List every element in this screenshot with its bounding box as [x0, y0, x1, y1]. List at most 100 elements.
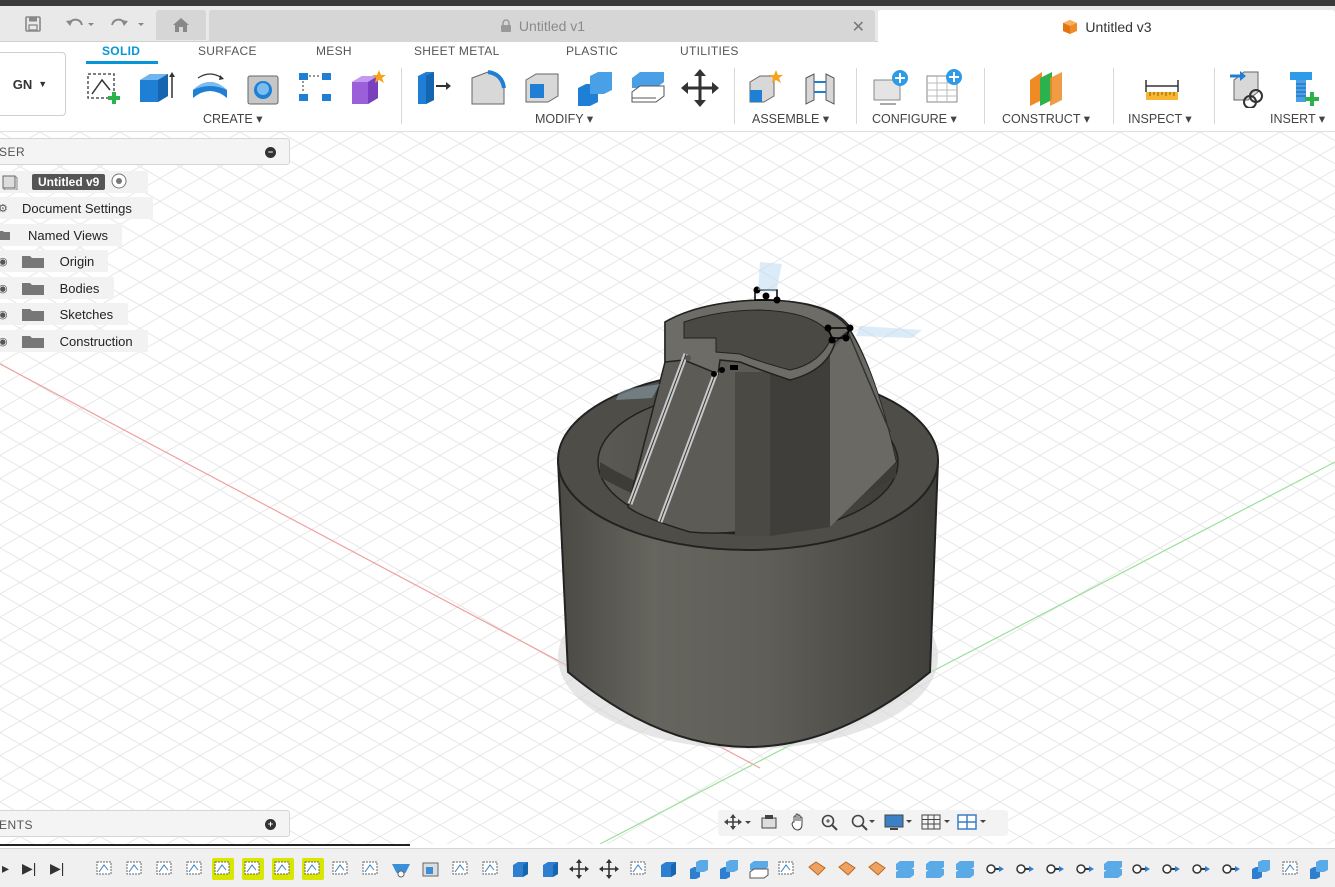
move-copy-icon[interactable]	[680, 68, 720, 108]
timeline-shell-icon[interactable]	[420, 858, 442, 880]
timeline-revolve-icon[interactable]	[390, 858, 412, 880]
pan-hand-icon[interactable]	[790, 813, 808, 834]
configure-menu[interactable]: CONFIGURE ▾	[872, 111, 957, 126]
browser-item-document-settings[interactable]: ⚙ Document Settings	[0, 197, 153, 219]
go-to-end-icon[interactable]: ▶|	[50, 860, 64, 877]
press-pull-icon[interactable]	[414, 68, 454, 108]
insert-menu[interactable]: INSERT ▾	[1270, 111, 1325, 126]
new-component-icon[interactable]	[746, 68, 786, 108]
configure-icon[interactable]	[870, 68, 910, 108]
3d-viewport[interactable]	[0, 132, 1335, 844]
timeline-combine-icon[interactable]	[688, 858, 710, 880]
offset-face-icon[interactable]	[628, 68, 668, 108]
measure-icon[interactable]	[1142, 68, 1182, 108]
shell-icon[interactable]	[522, 68, 562, 108]
browser-item-construction[interactable]: ◉ Construction	[0, 330, 148, 352]
timeline-offset-face-icon[interactable]	[1102, 858, 1124, 880]
timeline-sketch-selected-icon[interactable]	[212, 858, 234, 880]
timeline-combine-icon[interactable]	[1308, 858, 1330, 880]
document-tab-inactive[interactable]: Untitled v1 ✕	[209, 10, 875, 42]
redo-icon[interactable]	[108, 10, 148, 38]
browser-item-origin[interactable]: ◉ Origin	[0, 250, 108, 272]
visibility-eye-icon[interactable]: ◉	[0, 255, 8, 268]
tab-surface[interactable]: SURFACE	[198, 44, 257, 58]
timeline-offset-face-icon[interactable]	[954, 858, 976, 880]
home-button[interactable]	[156, 10, 206, 40]
orbit-icon[interactable]	[724, 813, 752, 833]
timeline-joint-icon[interactable]	[1044, 858, 1066, 880]
timeline-move-icon[interactable]	[568, 858, 590, 880]
timeline-offset-face-icon[interactable]	[894, 858, 916, 880]
collapse-icon[interactable]: −	[265, 147, 276, 158]
timeline-joint-icon[interactable]	[1074, 858, 1096, 880]
timeline-sketch-icon[interactable]	[776, 858, 798, 880]
timeline-extrude-icon[interactable]	[658, 858, 680, 880]
tab-utilities[interactable]: UTILITIES	[680, 44, 739, 58]
timeline-move-icon[interactable]	[598, 858, 620, 880]
timeline-sketch-icon[interactable]	[1280, 858, 1302, 880]
play-icon[interactable]: ▶|	[22, 860, 36, 877]
timeline-joint-icon[interactable]	[1220, 858, 1242, 880]
timeline-sketch-icon[interactable]	[450, 858, 472, 880]
timeline-sketch-icon[interactable]	[628, 858, 650, 880]
timeline-sketch-icon[interactable]	[94, 858, 116, 880]
timeline-sketch-selected-icon[interactable]	[272, 858, 294, 880]
timeline-joint-icon[interactable]	[984, 858, 1006, 880]
timeline-extrude-icon[interactable]	[510, 858, 532, 880]
tab-solid[interactable]: SOLID	[102, 44, 140, 58]
display-settings-icon[interactable]	[884, 813, 914, 834]
assemble-menu[interactable]: ASSEMBLE ▾	[752, 111, 829, 126]
fillet-icon[interactable]	[468, 68, 508, 108]
timeline-plane-icon[interactable]	[836, 858, 858, 880]
create-form-icon[interactable]	[348, 68, 388, 108]
offset-plane-icon[interactable]	[1026, 68, 1066, 108]
browser-item-bodies[interactable]: ◉ Bodies	[0, 277, 114, 299]
insert-mcmaster-icon[interactable]	[1282, 68, 1322, 108]
timeline-sketch-icon[interactable]	[330, 858, 352, 880]
timeline-plane-icon[interactable]	[806, 858, 828, 880]
zoom-icon[interactable]	[850, 813, 876, 834]
visibility-eye-icon[interactable]: ◉	[0, 282, 8, 295]
joint-icon[interactable]	[800, 68, 840, 108]
timeline-plane-icon[interactable]	[866, 858, 888, 880]
browser-item-sketches[interactable]: ◉ Sketches	[0, 303, 128, 325]
timeline-extrude-icon[interactable]	[540, 858, 562, 880]
combine-icon[interactable]	[576, 68, 616, 108]
tab-mesh[interactable]: MESH	[316, 44, 352, 58]
zoom-window-icon[interactable]	[820, 813, 840, 834]
visibility-eye-icon[interactable]: ◉	[0, 308, 8, 321]
undo-icon[interactable]	[62, 10, 98, 38]
comments-panel-header[interactable]: ENTS +	[0, 810, 290, 837]
timeline-sketch-icon[interactable]	[184, 858, 206, 880]
timeline-combine-icon[interactable]	[1250, 858, 1272, 880]
viewports-icon[interactable]	[956, 813, 988, 834]
save-icon[interactable]	[22, 10, 44, 38]
extrude-icon[interactable]	[136, 68, 176, 108]
browser-root-item[interactable]: Untitled v9	[0, 171, 148, 193]
construct-menu[interactable]: CONSTRUCT ▾	[1002, 111, 1090, 126]
browser-panel-header[interactable]: SER −	[0, 138, 290, 165]
timeline-joint-icon[interactable]	[1014, 858, 1036, 880]
step-back-icon[interactable]: ▸	[2, 860, 9, 877]
timeline-sketch-icon[interactable]	[124, 858, 146, 880]
activate-radio-icon[interactable]	[111, 173, 127, 192]
document-tab-active[interactable]: Untitled v3	[878, 10, 1335, 44]
configuration-table-icon[interactable]	[924, 68, 964, 108]
viewport-canvas[interactable]	[0, 132, 1335, 844]
timeline-joint-icon[interactable]	[1190, 858, 1212, 880]
revolve-icon[interactable]	[190, 68, 230, 108]
inspect-menu[interactable]: INSPECT ▾	[1128, 111, 1192, 126]
timeline-sketch-selected-icon[interactable]	[242, 858, 264, 880]
add-comment-icon[interactable]: +	[265, 819, 276, 830]
browser-item-named-views[interactable]: Named Views	[0, 224, 122, 246]
timeline-sketch-icon[interactable]	[480, 858, 502, 880]
visibility-eye-icon[interactable]: ◉	[0, 335, 8, 348]
close-tab-icon[interactable]: ✕	[852, 17, 865, 37]
look-at-icon[interactable]	[760, 814, 778, 833]
timeline-offset-face-icon[interactable]	[748, 858, 770, 880]
pattern-icon[interactable]	[296, 68, 336, 108]
tab-plastic[interactable]: PLASTIC	[566, 44, 618, 58]
timeline-joint-icon[interactable]	[1130, 858, 1152, 880]
tab-sheet-metal[interactable]: SHEET METAL	[414, 44, 500, 58]
timeline-sketch-icon[interactable]	[154, 858, 176, 880]
